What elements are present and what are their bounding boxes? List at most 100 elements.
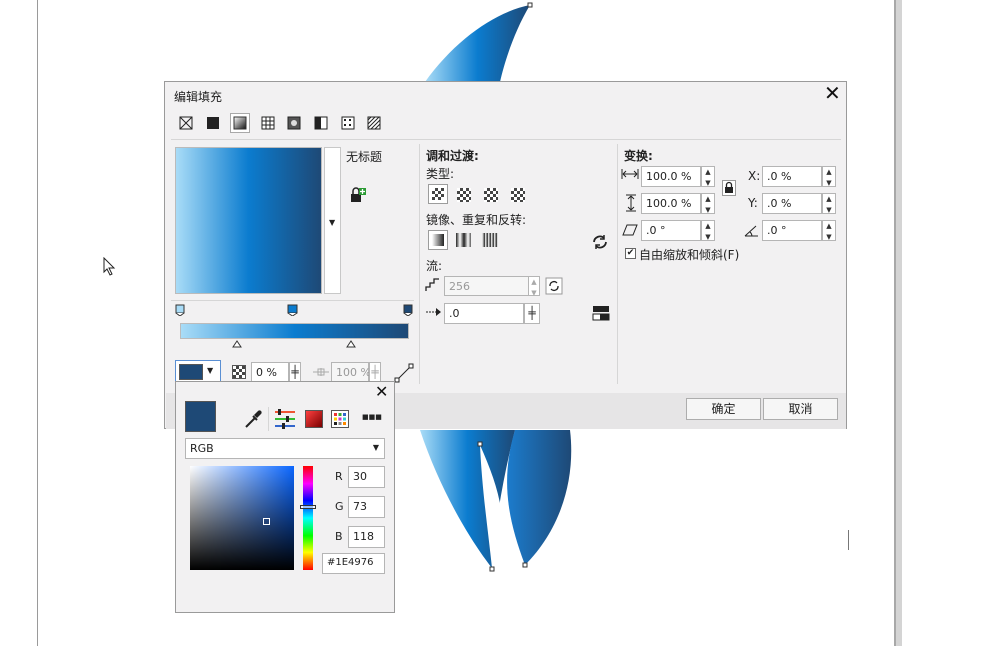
node-handle: [477, 441, 483, 447]
fill-width-input[interactable]: 100.0 %: [641, 166, 701, 187]
no-fill-icon: [179, 116, 193, 130]
uniform-fill-icon: [207, 117, 219, 129]
gradient-preview: [175, 147, 322, 294]
preset-dropdown[interactable]: ▼: [324, 147, 341, 294]
free-transform-icon[interactable]: [394, 363, 414, 383]
color-palette-icon[interactable]: [331, 410, 349, 428]
r-label: R: [335, 470, 343, 483]
skew-spinner[interactable]: ▲ ▼: [701, 220, 715, 241]
g-input[interactable]: 73: [348, 496, 385, 518]
color-model-select[interactable]: RGB ▼: [185, 438, 385, 459]
no-fill-button[interactable]: [177, 114, 195, 132]
y-offset-spinner[interactable]: ▲ ▼: [822, 193, 836, 214]
g-label: G: [335, 500, 344, 513]
free-scale-label: 自由缩放和倾斜(F): [639, 248, 740, 262]
color-popup-close-button[interactable]: ✕: [375, 383, 388, 401]
color-stop-end: [403, 304, 413, 316]
transparency-input[interactable]: 0 %: [251, 362, 289, 383]
flow-label: 流:: [426, 259, 443, 273]
conical-fill-type-button[interactable]: [484, 188, 498, 202]
acceleration-input[interactable]: .0: [444, 303, 524, 324]
transparency-icon: [232, 365, 246, 379]
node-handle: [489, 566, 495, 572]
y-offset-input[interactable]: .0 %: [762, 193, 822, 214]
texture-fill-button[interactable]: [339, 114, 357, 132]
acceleration-slider-button[interactable]: ╪: [524, 303, 540, 324]
gradient-stops-row[interactable]: [175, 304, 415, 316]
skew-input[interactable]: .0 °: [641, 220, 701, 241]
toolbar-divider: [171, 139, 841, 140]
ok-button[interactable]: 确定: [686, 398, 761, 420]
postscript-fill-icon: [367, 116, 381, 130]
two-color-pattern-icon: [314, 116, 328, 130]
chevron-down-icon: ▼: [207, 366, 214, 375]
repeat-button[interactable]: [482, 233, 498, 247]
x-offset-spinner[interactable]: ▲ ▼: [822, 166, 836, 187]
default-fill-button[interactable]: [428, 230, 448, 250]
color-stop-mid: [287, 304, 298, 316]
leaf-shape-top: [425, 5, 530, 82]
elliptical-fill-type-button[interactable]: [457, 188, 471, 202]
hue-slider-handle[interactable]: [300, 505, 316, 509]
current-color-swatch: [185, 401, 216, 432]
dialog-close-button[interactable]: ✕: [824, 83, 841, 103]
more-options-button[interactable]: ■■■: [362, 413, 382, 421]
node-handle: [527, 2, 533, 8]
mouse-cursor-icon: [103, 257, 116, 276]
hex-input[interactable]: #1E4976: [322, 553, 385, 574]
fill-height-icon: [626, 194, 636, 212]
rotate-spinner[interactable]: ▲ ▼: [822, 220, 836, 241]
free-scale-checkbox[interactable]: ✔: [625, 248, 636, 259]
midpoint-markers[interactable]: [225, 340, 365, 348]
save-preset-lock-icon[interactable]: [349, 187, 367, 205]
color-saturation-area[interactable]: [190, 466, 294, 570]
reverse-fill-icon[interactable]: [591, 233, 609, 251]
eyedropper-icon[interactable]: [243, 408, 263, 430]
color-area-handle[interactable]: [263, 518, 270, 525]
linear-fill-icon: [432, 188, 444, 200]
y-label: Y:: [748, 196, 758, 210]
hue-slider[interactable]: [300, 466, 316, 570]
color-sliders-icon[interactable]: [274, 409, 296, 429]
rectangular-fill-type-button[interactable]: [511, 188, 525, 202]
cancel-button[interactable]: 取消: [763, 398, 838, 420]
aspect-lock-icon[interactable]: [722, 180, 736, 196]
rotate-icon: [744, 225, 758, 237]
mirror-repeat-label: 镜像、重复和反转:: [426, 213, 527, 227]
steps-spinner[interactable]: ▲ ▼: [528, 276, 540, 297]
popup-divider: [268, 407, 269, 431]
steps-input[interactable]: 256: [444, 276, 540, 296]
dialog-title: 编辑填充: [174, 90, 223, 104]
leaf-shape-bottom-left: [420, 430, 515, 568]
texture-fill-icon: [341, 116, 355, 130]
chevron-down-icon: ▼: [372, 443, 379, 452]
leaf-shape-bottom-right: [507, 430, 572, 565]
linear-fill-type-button[interactable]: [428, 184, 448, 204]
repeat-mirror-button[interactable]: [456, 233, 471, 247]
two-color-pattern-button[interactable]: [312, 114, 330, 132]
rotate-input[interactable]: .0 °: [762, 220, 822, 241]
uniform-fill-button[interactable]: [204, 114, 222, 132]
transform-section-title: 变换:: [624, 149, 653, 163]
postscript-fill-button[interactable]: [365, 114, 383, 132]
fill-width-spinner[interactable]: ▲ ▼: [701, 166, 715, 187]
color-picker-popup: ✕ ■■■ RGB ▼ R 30 G 73 B 118 #1E4976: [175, 381, 395, 613]
b-label: B: [335, 530, 343, 543]
node-position-slider-button[interactable]: ╪: [369, 362, 381, 383]
r-input[interactable]: 30: [348, 466, 385, 488]
preview-divider: [171, 300, 414, 301]
color-viewer-icon[interactable]: [305, 410, 323, 428]
x-offset-input[interactable]: .0 %: [762, 166, 822, 187]
node-position-input[interactable]: 100 %: [331, 362, 371, 383]
bitmap-pattern-button[interactable]: [285, 114, 303, 132]
fountain-fill-button[interactable]: [230, 113, 250, 133]
gradient-bar[interactable]: [180, 323, 409, 339]
smooth-transition-icon[interactable]: [592, 304, 610, 322]
fill-height-input[interactable]: 100.0 %: [641, 193, 701, 214]
vector-pattern-button[interactable]: [259, 114, 277, 132]
acceleration-icon: [426, 308, 441, 316]
steps-lock-icon[interactable]: [545, 277, 563, 295]
b-input[interactable]: 118: [348, 526, 385, 548]
fill-height-spinner[interactable]: ▲ ▼: [701, 193, 715, 214]
transparency-slider-button[interactable]: ╪: [289, 362, 301, 383]
